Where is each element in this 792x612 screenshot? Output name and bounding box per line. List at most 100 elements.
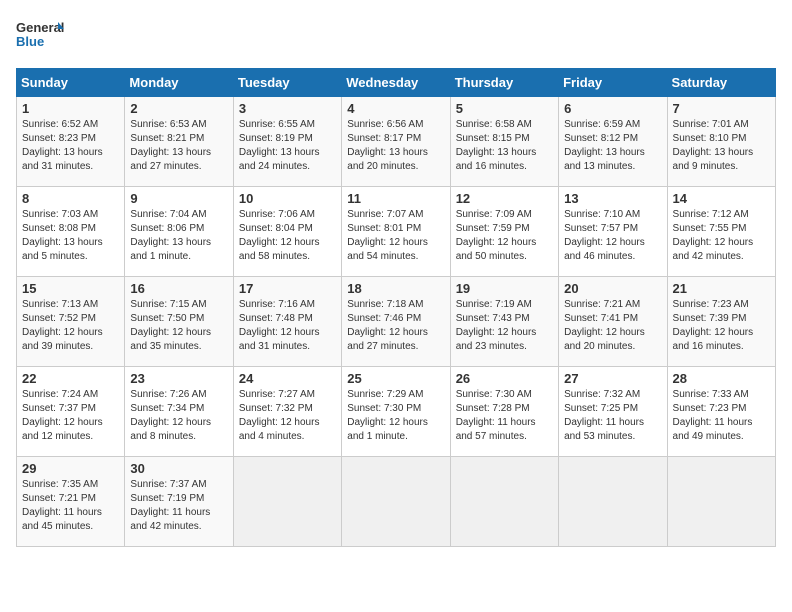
day-number: 14 [673,191,770,206]
day-info: Sunrise: 6:59 AM Sunset: 8:12 PM Dayligh… [564,118,661,174]
calendar-cell: 17 Sunrise: 7:16 AM Sunset: 7:48 PM Dayli… [233,277,341,367]
calendar-table: SundayMondayTuesdayWednesdayThursdayFrid… [16,68,776,547]
calendar-cell: 22 Sunrise: 7:24 AM Sunset: 7:37 PM Dayli… [17,367,125,457]
day-info: Sunrise: 7:32 AM Sunset: 7:25 PM Dayligh… [564,388,661,444]
day-info: Sunrise: 6:56 AM Sunset: 8:17 PM Dayligh… [347,118,444,174]
day-info: Sunrise: 7:09 AM Sunset: 7:59 PM Dayligh… [456,208,553,264]
day-info: Sunrise: 7:24 AM Sunset: 7:37 PM Dayligh… [22,388,119,444]
day-info: Sunrise: 7:16 AM Sunset: 7:48 PM Dayligh… [239,298,336,354]
day-number: 15 [22,281,119,296]
calendar-cell: 2 Sunrise: 6:53 AM Sunset: 8:21 PM Daylig… [125,97,233,187]
day-number: 21 [673,281,770,296]
day-number: 7 [673,101,770,116]
calendar-week-2: 8 Sunrise: 7:03 AM Sunset: 8:08 PM Daylig… [17,187,776,277]
calendar-cell: 16Sunrise: 7:15 AM Sunset: 7:50 PM Dayli… [125,277,233,367]
day-info: Sunrise: 7:27 AM Sunset: 7:32 PM Dayligh… [239,388,336,444]
day-info: Sunrise: 7:12 AM Sunset: 7:55 PM Dayligh… [673,208,770,264]
calendar-week-5: 29 Sunrise: 7:35 AM Sunset: 7:21 PM Dayli… [17,457,776,547]
calendar-cell: 10 Sunrise: 7:06 AM Sunset: 8:04 PM Dayli… [233,187,341,277]
day-number: 8 [22,191,119,206]
day-number: 17 [239,281,336,296]
calendar-cell: 26 Sunrise: 7:30 AM Sunset: 7:28 PM Dayli… [450,367,558,457]
day-number: 9 [130,191,227,206]
calendar-cell [233,457,341,547]
col-header-monday: Monday [125,69,233,97]
day-number: 24 [239,371,336,386]
day-info: Sunrise: 7:18 AM Sunset: 7:46 PM Dayligh… [347,298,444,354]
calendar-cell: 25 Sunrise: 7:29 AM Sunset: 7:30 PM Dayli… [342,367,450,457]
day-info: Sunrise: 6:55 AM Sunset: 8:19 PM Dayligh… [239,118,336,174]
day-info: Sunrise: 6:53 AM Sunset: 8:21 PM Dayligh… [130,118,227,174]
day-number: 18 [347,281,444,296]
header-row: SundayMondayTuesdayWednesdayThursdayFrid… [17,69,776,97]
col-header-thursday: Thursday [450,69,558,97]
calendar-cell: 20 Sunrise: 7:21 AM Sunset: 7:41 PM Dayli… [559,277,667,367]
day-number: 30 [130,461,227,476]
calendar-cell: 15 Sunrise: 7:13 AM Sunset: 7:52 PM Dayli… [17,277,125,367]
day-info: Sunrise: 7:37 AM Sunset: 7:19 PM Dayligh… [130,478,227,534]
calendar-week-3: 15 Sunrise: 7:13 AM Sunset: 7:52 PM Dayli… [17,277,776,367]
calendar-cell: 23Sunrise: 7:26 AM Sunset: 7:34 PM Dayli… [125,367,233,457]
calendar-cell: 14 Sunrise: 7:12 AM Sunset: 7:55 PM Dayli… [667,187,775,277]
day-info: Sunrise: 7:21 AM Sunset: 7:41 PM Dayligh… [564,298,661,354]
day-number: 20 [564,281,661,296]
day-number: 13 [564,191,661,206]
day-number: 27 [564,371,661,386]
day-number: 25 [347,371,444,386]
day-info: Sunrise: 7:06 AM Sunset: 8:04 PM Dayligh… [239,208,336,264]
day-info: Sunrise: 7:23 AM Sunset: 7:39 PM Dayligh… [673,298,770,354]
day-info: Sunrise: 7:15 AM Sunset: 7:50 PM Dayligh… [130,298,227,354]
day-info: Sunrise: 7:35 AM Sunset: 7:21 PM Dayligh… [22,478,119,534]
day-number: 5 [456,101,553,116]
day-number: 26 [456,371,553,386]
day-number: 22 [22,371,119,386]
day-number: 28 [673,371,770,386]
day-info: Sunrise: 7:13 AM Sunset: 7:52 PM Dayligh… [22,298,119,354]
calendar-cell [450,457,558,547]
day-info: Sunrise: 7:19 AM Sunset: 7:43 PM Dayligh… [456,298,553,354]
calendar-cell [667,457,775,547]
col-header-sunday: Sunday [17,69,125,97]
day-info: Sunrise: 7:07 AM Sunset: 8:01 PM Dayligh… [347,208,444,264]
calendar-cell: 28 Sunrise: 7:33 AM Sunset: 7:23 PM Dayli… [667,367,775,457]
day-number: 4 [347,101,444,116]
day-info: Sunrise: 7:29 AM Sunset: 7:30 PM Dayligh… [347,388,444,444]
calendar-cell: 4 Sunrise: 6:56 AM Sunset: 8:17 PM Daylig… [342,97,450,187]
col-header-saturday: Saturday [667,69,775,97]
col-header-tuesday: Tuesday [233,69,341,97]
svg-text:General: General [16,20,64,35]
calendar-cell: 18 Sunrise: 7:18 AM Sunset: 7:46 PM Dayli… [342,277,450,367]
calendar-cell: 11Sunrise: 7:07 AM Sunset: 8:01 PM Dayli… [342,187,450,277]
calendar-cell: 7Sunrise: 7:01 AM Sunset: 8:10 PM Daylig… [667,97,775,187]
day-info: Sunrise: 7:30 AM Sunset: 7:28 PM Dayligh… [456,388,553,444]
calendar-cell [559,457,667,547]
calendar-cell: 24 Sunrise: 7:27 AM Sunset: 7:32 PM Dayli… [233,367,341,457]
logo-svg: General Blue [16,16,64,56]
calendar-cell: 5 Sunrise: 6:58 AM Sunset: 8:15 PM Daylig… [450,97,558,187]
day-number: 12 [456,191,553,206]
calendar-cell: 29 Sunrise: 7:35 AM Sunset: 7:21 PM Dayli… [17,457,125,547]
calendar-cell: 30 Sunrise: 7:37 AM Sunset: 7:19 PM Dayli… [125,457,233,547]
day-number: 10 [239,191,336,206]
calendar-cell: 3 Sunrise: 6:55 AM Sunset: 8:19 PM Daylig… [233,97,341,187]
day-info: Sunrise: 7:10 AM Sunset: 7:57 PM Dayligh… [564,208,661,264]
day-info: Sunrise: 7:03 AM Sunset: 8:08 PM Dayligh… [22,208,119,264]
calendar-cell: 13 Sunrise: 7:10 AM Sunset: 7:57 PM Dayli… [559,187,667,277]
logo: General Blue [16,16,64,56]
calendar-cell: 8 Sunrise: 7:03 AM Sunset: 8:08 PM Daylig… [17,187,125,277]
calendar-cell: 19Sunrise: 7:19 AM Sunset: 7:43 PM Dayli… [450,277,558,367]
day-number: 3 [239,101,336,116]
calendar-cell [342,457,450,547]
col-header-wednesday: Wednesday [342,69,450,97]
day-number: 1 [22,101,119,116]
calendar-cell: 27 Sunrise: 7:32 AM Sunset: 7:25 PM Dayli… [559,367,667,457]
header: General Blue [16,16,776,56]
day-info: Sunrise: 6:58 AM Sunset: 8:15 PM Dayligh… [456,118,553,174]
calendar-cell: 21 Sunrise: 7:23 AM Sunset: 7:39 PM Dayli… [667,277,775,367]
day-number: 2 [130,101,227,116]
day-number: 6 [564,101,661,116]
day-info: Sunrise: 7:33 AM Sunset: 7:23 PM Dayligh… [673,388,770,444]
calendar-cell: 9Sunrise: 7:04 AM Sunset: 8:06 PM Daylig… [125,187,233,277]
svg-text:Blue: Blue [16,34,44,49]
day-number: 29 [22,461,119,476]
